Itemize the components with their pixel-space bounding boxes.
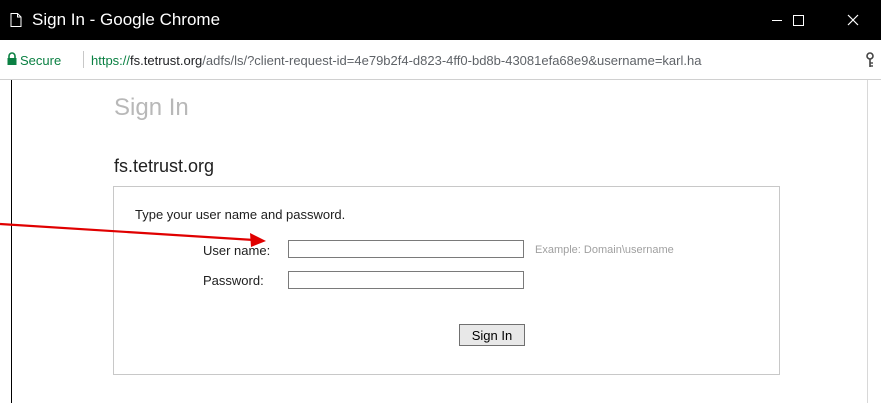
page-icon [10, 13, 22, 27]
password-label: Password: [203, 273, 264, 288]
site-name: fs.tetrust.org [114, 156, 215, 176]
window-left-edge [11, 80, 12, 403]
url-scheme: https:// [91, 53, 131, 68]
password-input[interactable] [288, 271, 524, 289]
username-input[interactable] [288, 240, 524, 258]
key-icon[interactable] [864, 52, 876, 68]
sign-in-button[interactable]: Sign In [459, 324, 525, 346]
lock-icon [7, 52, 17, 65]
login-instructions: Type your user name and password. [135, 207, 346, 222]
close-icon[interactable] [840, 6, 866, 34]
address-bar[interactable]: Secure https://fs.tetrust.org/adfs/ls/?c… [0, 40, 881, 80]
window-right-edge [867, 80, 868, 403]
address-separator [83, 51, 84, 68]
url-path: /adfs/ls/?client-request-id=4e79b2f4-d82… [202, 53, 702, 68]
username-label: User name: [203, 243, 271, 258]
window-title: Sign In - Google Chrome [32, 10, 221, 29]
secure-label: Secure [20, 53, 62, 68]
maximize-icon[interactable] [785, 6, 811, 34]
url-host: fs.tetrust.org [130, 53, 203, 68]
page-title: Sign In [114, 94, 189, 121]
url-text[interactable]: https://fs.tetrust.org/adfs/ls/?client-r… [91, 53, 701, 68]
window-titlebar: Sign In - Google Chrome [0, 0, 881, 40]
username-example-hint: Example: Domain\username [535, 244, 674, 256]
